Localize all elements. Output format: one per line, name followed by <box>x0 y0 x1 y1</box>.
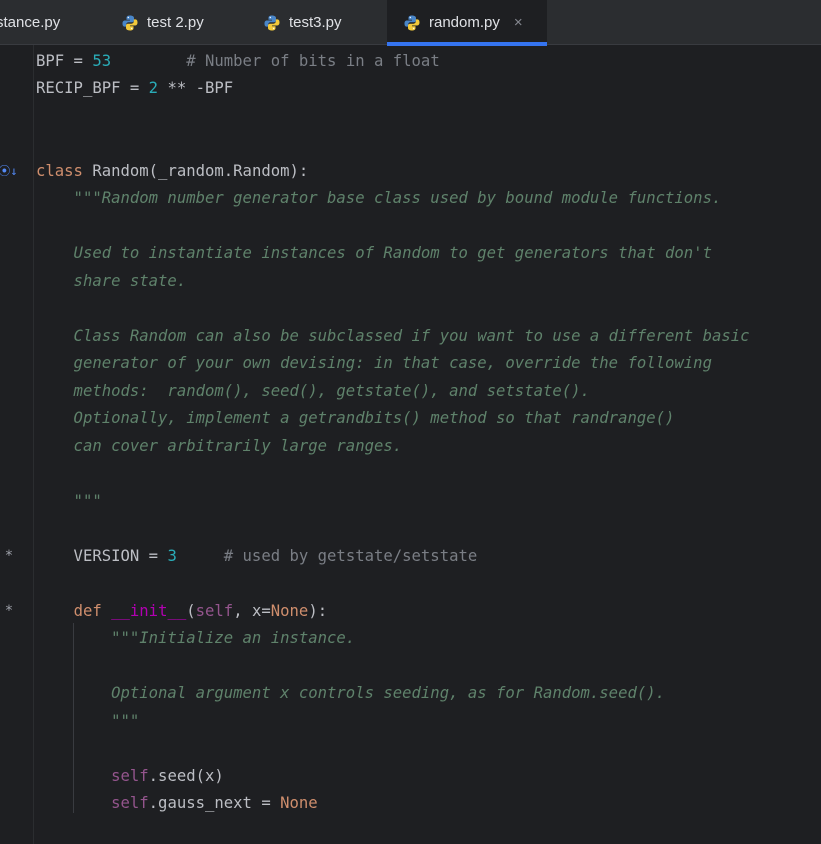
tab-test-2-py[interactable]: test 2.py <box>121 0 246 45</box>
code-editor[interactable]: ⦿↓ * * BPF = 53 # Number of bits in a fl… <box>0 45 821 844</box>
code-line: Used to instantiate instances of Random … <box>36 244 712 262</box>
tab-label: test 2.py <box>147 14 204 31</box>
tab-test3-py[interactable]: test3.py <box>263 0 385 45</box>
tab-label: random.py <box>429 14 500 31</box>
code-line: """ <box>36 492 102 510</box>
code-line: """Random number generator base class us… <box>36 189 722 207</box>
code-line: can cover arbitrarily large ranges. <box>36 437 403 455</box>
python-file-icon <box>122 15 138 30</box>
code-line: generator of your own devising: in that … <box>36 354 712 372</box>
code-line: self.seed(x) <box>111 767 224 785</box>
tab-instance-py[interactable]: stance.py <box>0 0 100 45</box>
code-line: methods: random(), seed(), getstate(), a… <box>36 382 590 400</box>
code-line: share state. <box>36 272 187 290</box>
override-method-icon[interactable]: ⦿↓ <box>0 161 18 181</box>
code-line: Optionally, implement a getrandbits() me… <box>36 409 675 427</box>
code-line: Optional argument x controls seeding, as… <box>36 684 666 702</box>
tab-label: test3.py <box>289 14 342 31</box>
code-line: """ <box>36 712 140 730</box>
close-tab-icon[interactable]: × <box>514 14 523 31</box>
bookmark-star-icon[interactable]: * <box>0 546 18 566</box>
python-file-icon <box>404 15 420 30</box>
gutter-divider <box>33 45 34 844</box>
tab-label: stance.py <box>0 14 61 31</box>
bookmark-star-icon[interactable]: * <box>0 601 18 621</box>
code-line: class Random(_random.Random): <box>36 162 309 180</box>
code-line: self.gauss_next = None <box>111 794 318 812</box>
code-line: def __init__(self, x=None): <box>73 602 328 620</box>
editor-tab-bar: stance.py test 2.py test3.py random.py × <box>0 0 821 46</box>
code-line: """Initialize an instance. <box>36 629 356 647</box>
code-line: BPF = 53 # Number of bits in a float <box>36 52 440 70</box>
code-line: RECIP_BPF = 2 ** -BPF <box>36 79 234 97</box>
code-line: VERSION = 3 # used by getstate/setstate <box>36 547 478 565</box>
code-line: Class Random can also be subclassed if y… <box>36 327 750 345</box>
python-file-icon <box>264 15 280 30</box>
tab-random-py[interactable]: random.py × <box>387 0 547 46</box>
